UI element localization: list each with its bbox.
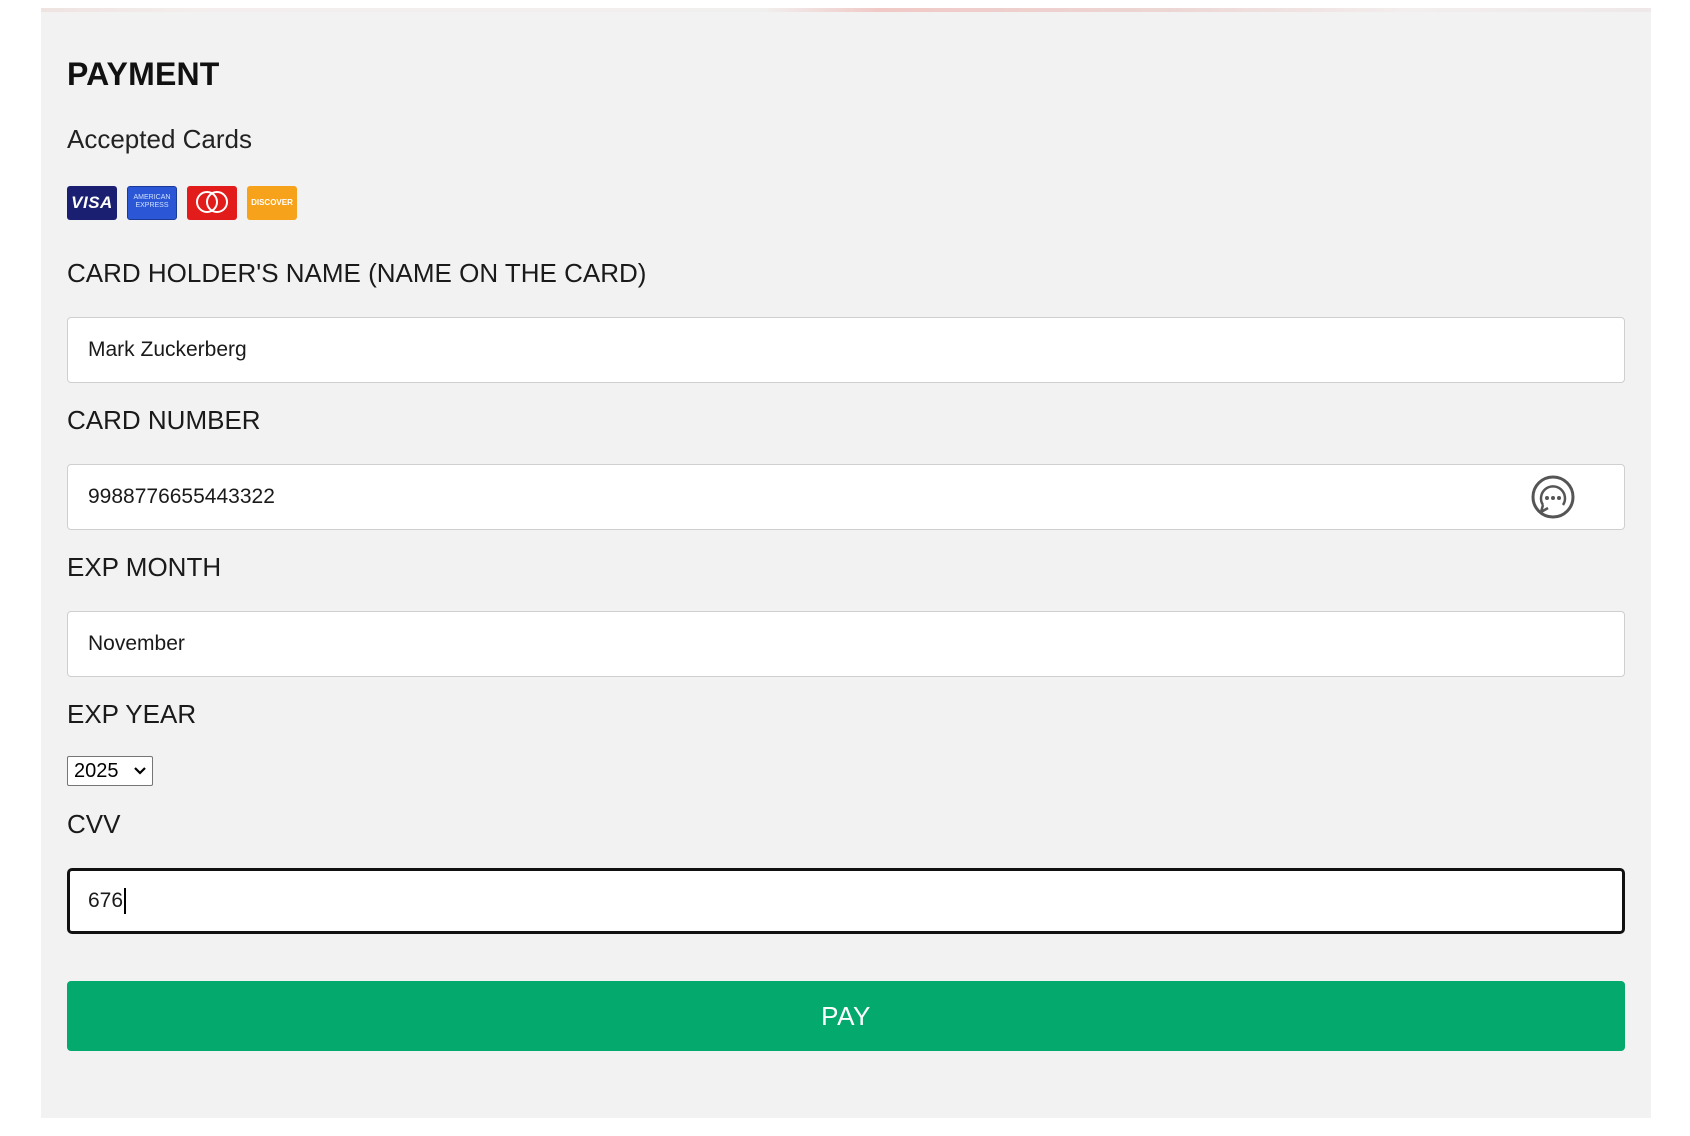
page-top-strip: payment <box>0 0 1690 12</box>
card-holder-input[interactable]: Mark Zuckerberg <box>67 317 1625 383</box>
discover-card-icon: DISCOVER <box>247 186 297 220</box>
mastercard-card-icon <box>187 186 237 220</box>
accepted-cards-label: Accepted Cards <box>67 124 252 154</box>
payment-title: PAYMENT <box>67 56 220 92</box>
cvv-label: CVV <box>67 809 121 839</box>
card-holder-value: Mark Zuckerberg <box>88 338 247 361</box>
cvv-value: 676 <box>88 889 124 912</box>
exp-year-label: EXP YEAR <box>67 699 197 729</box>
chat-bubble-icon[interactable] <box>1530 474 1576 520</box>
cvv-input[interactable]: 676 <box>67 868 1625 934</box>
card-holder-label: CARD HOLDER'S NAME (NAME ON THE CARD) <box>67 258 647 288</box>
text-caret <box>124 888 127 915</box>
amex-card-icon: AMERICAN EXPRESS <box>127 186 177 220</box>
payment-panel: PAYMENT Accepted Cards VISA AMERICAN EXP… <box>41 12 1651 1118</box>
exp-month-value: November <box>88 632 185 655</box>
exp-year-select[interactable]: 2025 <box>67 756 153 786</box>
card-number-value: 9988776655443322 <box>88 485 275 508</box>
exp-month-label: EXP MONTH <box>67 552 222 582</box>
chevron-down-icon <box>134 767 146 775</box>
exp-month-input[interactable]: November <box>67 611 1625 677</box>
exp-year-selected: 2025 <box>74 760 119 782</box>
pay-button[interactable]: PAY <box>67 981 1625 1051</box>
visa-card-icon: VISA <box>67 186 117 220</box>
card-number-label: CARD NUMBER <box>67 405 261 435</box>
accepted-cards: VISA AMERICAN EXPRESS DISCOVER <box>67 186 297 220</box>
card-number-input[interactable]: 9988776655443322 <box>67 464 1625 530</box>
